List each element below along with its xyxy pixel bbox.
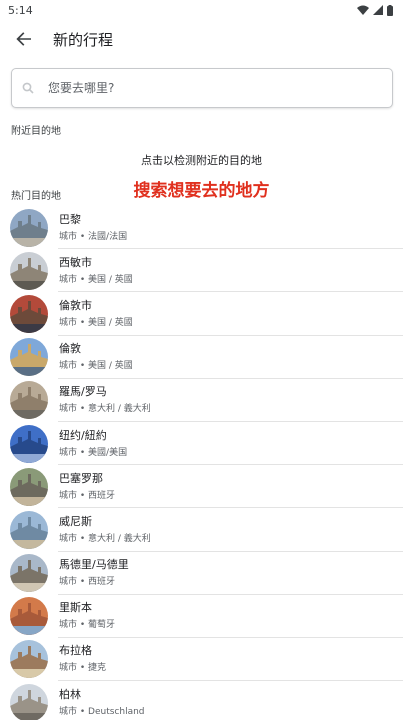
destination-row[interactable]: 西敏市城市 • 美国 / 英國 <box>0 249 403 293</box>
back-button[interactable] <box>6 21 42 57</box>
destination-name: 羅馬/罗马 <box>59 385 107 399</box>
destination-row[interactable]: 巴黎城市 • 法國/法国 <box>0 206 403 250</box>
destination-name: 巴塞罗那 <box>59 471 103 485</box>
destination-text: 威尼斯城市 • 意大利 / 義大利 <box>59 514 151 546</box>
nearby-section-label: 附近目的地 <box>11 126 61 137</box>
destination-text: 布拉格城市 • 捷克 <box>59 643 106 675</box>
destination-text: 馬德里/马德里 城市 • 西班牙 <box>59 557 129 589</box>
destination-subtitle: 城市 • 葡萄牙 <box>59 620 116 631</box>
destination-text: 西敏市城市 • 美国 / 英國 <box>59 255 133 287</box>
status-icons <box>357 4 393 16</box>
destination-row[interactable]: 倫敦城市 • 美国 / 英國 <box>0 336 403 379</box>
destination-row[interactable]: 柏林城市 • Deutschland <box>0 681 403 720</box>
destination-text: 里斯本城市 • 葡萄牙 <box>59 600 115 632</box>
destination-row[interactable]: 里斯本城市 • 葡萄牙 <box>0 595 403 638</box>
search-icon <box>22 82 34 94</box>
destination-photo <box>10 381 48 420</box>
destination-photo <box>10 338 48 377</box>
destination-subtitle: 城市 • 美國/美国 <box>59 447 128 458</box>
destination-row[interactable]: 倫敦市城市 • 美国 / 英國 <box>0 292 403 336</box>
destination-text: 倫敦市城市 • 美国 / 英國 <box>59 298 133 330</box>
destination-photo <box>10 554 48 593</box>
search-input[interactable] <box>48 81 348 95</box>
destination-row[interactable]: 纽约/紐約城市 • 美國/美国 <box>0 422 403 466</box>
destination-name: 倫敦 <box>59 342 81 356</box>
destination-subtitle: 城市 • 意大利 / 義大利 <box>59 404 151 415</box>
destination-name: 纽约/紐約 <box>59 428 107 442</box>
destination-row[interactable]: 巴塞罗那城市 • 西班牙 <box>0 465 403 509</box>
destination-photo <box>10 424 48 463</box>
destination-subtitle: 城市 • Deutschland <box>59 706 145 717</box>
destination-photo <box>10 683 48 720</box>
signal-icon <box>373 5 383 15</box>
destination-text: 巴黎城市 • 法國/法国 <box>59 212 127 244</box>
destination-photo <box>10 510 48 549</box>
search-box[interactable] <box>11 68 393 108</box>
destination-subtitle: 城市 • 美国 / 英國 <box>59 361 133 372</box>
destination-subtitle: 城市 • 美国 / 英國 <box>59 317 133 328</box>
destination-photo <box>10 467 48 506</box>
wifi-icon <box>357 5 369 15</box>
destination-name: 柏林 <box>59 687 81 701</box>
destination-name: 西敏市 <box>59 255 92 269</box>
destination-subtitle: 城市 • 美国 / 英國 <box>59 274 133 285</box>
destination-name: 馬德里/马德里 <box>59 558 129 572</box>
overlay-caption: 搜索想要去的地方 <box>133 181 270 201</box>
destination-row[interactable]: 威尼斯城市 • 意大利 / 義大利 <box>0 508 403 552</box>
destination-text: 倫敦城市 • 美国 / 英國 <box>59 341 133 373</box>
destination-name: 倫敦市 <box>59 298 92 312</box>
destination-row[interactable]: 布拉格城市 • 捷克 <box>0 638 403 682</box>
destination-row[interactable]: 馬德里/马德里 城市 • 西班牙 <box>0 552 403 595</box>
destination-subtitle: 城市 • 捷克 <box>59 663 107 674</box>
status-time: 5:14 <box>8 3 33 17</box>
destination-text: 纽约/紐約城市 • 美國/美国 <box>59 428 127 460</box>
destination-name: 巴黎 <box>59 212 81 226</box>
destination-photo <box>10 208 48 247</box>
destination-name: 威尼斯 <box>59 514 92 528</box>
detect-nearby-link[interactable]: 点击以检测附近的目的地 <box>0 152 403 168</box>
destination-text: 柏林城市 • Deutschland <box>59 687 145 719</box>
destination-subtitle: 城市 • 意大利 / 義大利 <box>59 533 151 544</box>
arrow-back-icon <box>16 32 31 46</box>
destination-name: 里斯本 <box>59 601 92 615</box>
destination-subtitle: 城市 • 法國/法国 <box>59 231 128 242</box>
destination-photo <box>10 294 48 333</box>
battery-icon <box>387 4 393 16</box>
destination-name: 布拉格 <box>59 644 92 658</box>
destination-row[interactable]: 羅馬/罗马城市 • 意大利 / 義大利 <box>0 379 403 422</box>
destination-list: 巴黎 城市 • 法國/法国 西敏市 城市 • 美国 / 英國 倫敦市 城市 • 美国 / … <box>0 206 403 720</box>
app-bar: 新的行程 <box>0 20 403 58</box>
destination-subtitle: 城市 • 西班牙 <box>59 577 116 588</box>
status-bar: 5:14 <box>0 0 403 20</box>
page-title: 新的行程 <box>53 30 114 49</box>
destination-text: 巴塞罗那城市 • 西班牙 <box>59 471 115 503</box>
destination-subtitle: 城市 • 西班牙 <box>59 490 116 501</box>
destination-text: 羅馬/罗马城市 • 意大利 / 義大利 <box>59 384 151 416</box>
destination-photo <box>10 251 48 290</box>
destination-photo <box>10 640 48 679</box>
destination-photo <box>10 597 48 636</box>
